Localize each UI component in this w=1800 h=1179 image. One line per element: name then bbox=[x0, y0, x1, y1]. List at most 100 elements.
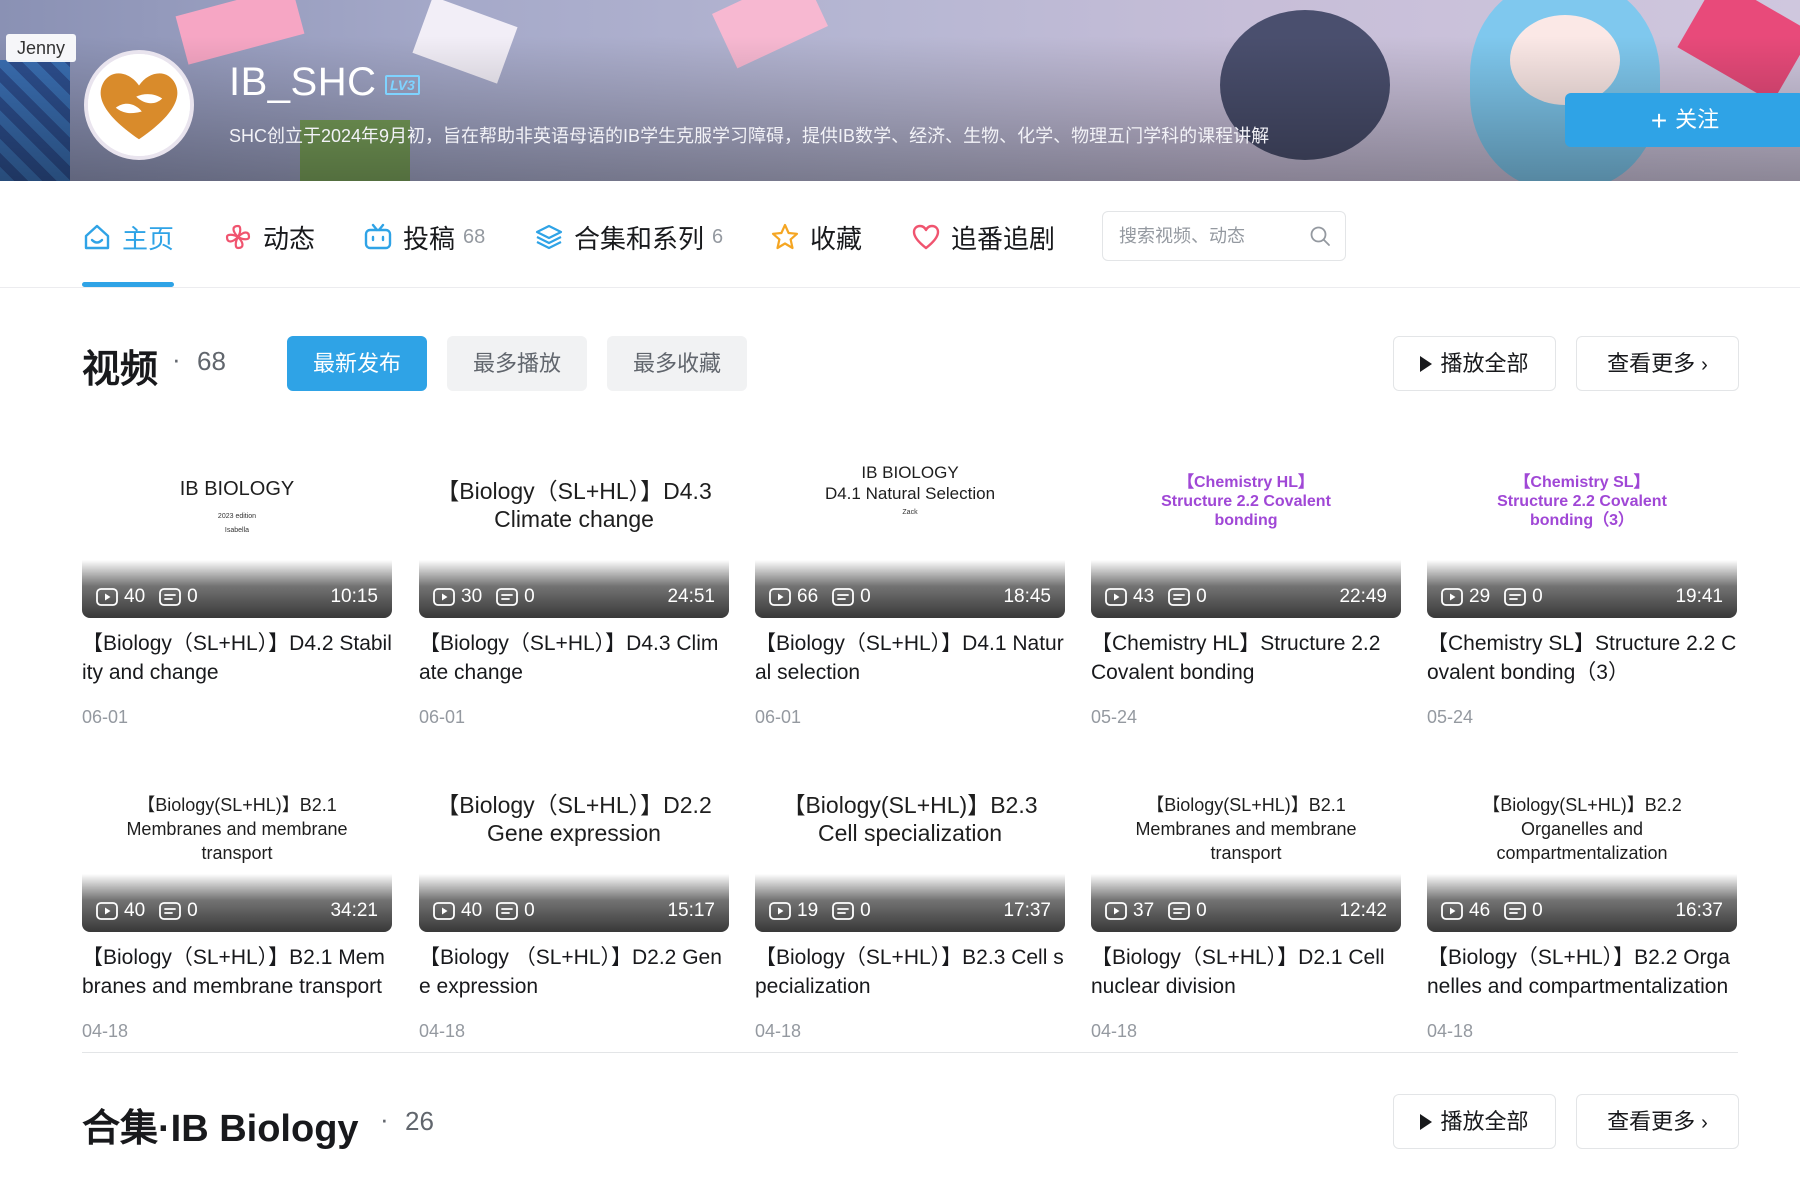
video-title[interactable]: 【Biology（SL+HL）】D4.3 Climate change bbox=[419, 629, 729, 687]
home-icon bbox=[84, 224, 110, 250]
video-thumbnail[interactable]: 【Chemistry HL】 Structure 2.2 Covalent bo… bbox=[1091, 443, 1401, 618]
danmaku-count: 0 bbox=[1196, 586, 1207, 607]
play-count: 43 bbox=[1133, 586, 1155, 607]
video-title[interactable]: 【Biology（SL+HL）】D4.1 Natural selection bbox=[755, 629, 1065, 687]
search-input[interactable] bbox=[1119, 212, 1299, 260]
video-title[interactable]: 【Biology（SL+HL）】D2.1 Cell nuclear divisi… bbox=[1091, 943, 1401, 1001]
video-card[interactable]: 【Biology（SL+HL）】D2.2 Gene expression 40 0 1… bbox=[419, 757, 729, 1041]
thumb-subtitle: 2023 edition bbox=[217, 513, 257, 520]
video-title[interactable]: 【Chemistry SL】Structure 2.2 Covalent bon… bbox=[1427, 629, 1737, 687]
video-card[interactable]: IB BIOLOGY D4.1 Natural Selection Zack 66 0 1… bbox=[755, 443, 1065, 727]
danmaku-count: 0 bbox=[524, 900, 535, 921]
tab-dynamics-label: 动态 bbox=[263, 223, 316, 254]
video-card[interactable]: 【Biology(SL+HL)】B2.1 Membranes and membr… bbox=[1091, 757, 1401, 1041]
tab-bangumi-label: 追番追剧 bbox=[951, 223, 1056, 254]
thumb-title: 【Biology（SL+HL）】D2.2 Gene expression bbox=[436, 792, 712, 846]
follow-label: 关注 bbox=[1675, 107, 1720, 132]
avatar-heart-hands-icon bbox=[88, 54, 190, 156]
video-thumbnail[interactable]: IB BIOLOGY 2023 edition Isabella 40 0 10:15 bbox=[82, 443, 392, 618]
tab-collections[interactable]: 合集和系列 6 bbox=[534, 217, 723, 257]
video-card[interactable]: IB BIOLOGY 2023 edition Isabella 40 0 10:15 【B… bbox=[82, 443, 392, 727]
video-card[interactable]: 【Biology(SL+HL)】B2.1 Membranes and membr… bbox=[82, 757, 392, 1041]
danmaku-stat: 0 bbox=[1504, 586, 1543, 608]
video-title[interactable]: 【Biology（SL+HL）】B2.1 Membranes and membr… bbox=[82, 943, 392, 1001]
play-count: 30 bbox=[461, 586, 483, 607]
videos-section-title: 视频 bbox=[82, 349, 159, 391]
play-count: 66 bbox=[797, 586, 819, 607]
tab-home[interactable]: 主页 bbox=[82, 217, 174, 257]
danmaku-icon bbox=[1504, 902, 1532, 920]
follow-button[interactable]: + 关注 bbox=[1565, 93, 1800, 147]
tab-dynamics[interactable]: 动态 bbox=[223, 217, 315, 257]
video-duration: 17:37 bbox=[1003, 900, 1051, 921]
video-date: 04-18 bbox=[755, 1021, 802, 1041]
tab-uploads[interactable]: 投稿 68 bbox=[363, 217, 485, 257]
video-thumbnail[interactable]: 【Chemistry SL】 Structure 2.2 Covalent bo… bbox=[1427, 443, 1737, 618]
tab-home-label: 主页 bbox=[122, 223, 175, 254]
thumb-title: 【Chemistry HL】 Structure 2.2 Covalent bo… bbox=[1161, 474, 1331, 529]
video-card[interactable]: 【Chemistry HL】 Structure 2.2 Covalent bo… bbox=[1091, 443, 1401, 727]
video-duration: 16:37 bbox=[1675, 900, 1723, 921]
user-signature: SHC创立于2024年9月初，旨在帮助非英语母语的IB学生克服学习障碍，提供IB… bbox=[229, 126, 1270, 146]
search-icon[interactable] bbox=[1309, 225, 1331, 247]
avatar[interactable] bbox=[84, 50, 194, 160]
video-card[interactable]: 【Biology（SL+HL）】D4.3 Climate change 30 0 24… bbox=[419, 443, 729, 727]
level-badge: LV3 bbox=[385, 75, 420, 95]
video-thumbnail[interactable]: 【Biology（SL+HL）】D2.2 Gene expression 40 0 1… bbox=[419, 757, 729, 932]
video-stats: 43 0 22:49 bbox=[1105, 584, 1387, 610]
video-date: 05-24 bbox=[1091, 707, 1138, 727]
video-thumbnail[interactable]: IB BIOLOGY D4.1 Natural Selection Zack 66 0 1… bbox=[755, 443, 1065, 618]
heart-icon bbox=[912, 224, 940, 250]
play-count-icon bbox=[433, 588, 461, 606]
video-title[interactable]: 【Biology（SL+HL）】B2.2 Organelles and comp… bbox=[1427, 943, 1737, 1001]
chevron-right-icon: › bbox=[1701, 354, 1708, 376]
video-stats: 40 0 15:17 bbox=[433, 898, 715, 924]
video-title[interactable]: 【Biology （SL+HL）】D2.2 Gene expression bbox=[419, 943, 729, 1001]
thumb-title: 【Biology(SL+HL)】B2.1 Membranes and membr… bbox=[1135, 795, 1357, 863]
video-thumbnail[interactable]: 【Biology(SL+HL)】B2.1 Membranes and membr… bbox=[1091, 757, 1401, 932]
play-all-button[interactable]: 播放全部 bbox=[1393, 336, 1556, 391]
plays-stat: 40 bbox=[96, 900, 145, 922]
video-thumbnail[interactable]: 【Biology(SL+HL)】B2.2 Organelles and comp… bbox=[1427, 757, 1737, 932]
videos-section-count: 68 bbox=[197, 346, 226, 376]
tab-favorites[interactable]: 收藏 bbox=[770, 217, 862, 257]
danmaku-stat: 0 bbox=[1504, 900, 1543, 922]
sort-latest-button[interactable]: 最新发布 bbox=[287, 336, 427, 391]
collection-section-count: 26 bbox=[405, 1106, 434, 1136]
video-date: 06-01 bbox=[419, 707, 466, 727]
chevron-right-icon: › bbox=[1701, 1112, 1708, 1134]
tab-bangumi[interactable]: 追番追剧 bbox=[911, 217, 1055, 257]
play-icon bbox=[1420, 1114, 1433, 1130]
see-more-button[interactable]: 查看更多 › bbox=[1576, 336, 1739, 391]
danmaku-count: 0 bbox=[860, 586, 871, 607]
danmaku-stat: 0 bbox=[496, 900, 535, 922]
video-card[interactable]: 【Chemistry SL】 Structure 2.2 Covalent bo… bbox=[1427, 443, 1737, 727]
video-duration: 12:42 bbox=[1339, 900, 1387, 921]
video-card[interactable]: 【Biology(SL+HL)】B2.3 Cell specialization… bbox=[755, 757, 1065, 1041]
tab-uploads-label: 投稿 bbox=[403, 223, 456, 254]
danmaku-icon bbox=[159, 588, 187, 606]
video-thumbnail[interactable]: 【Biology(SL+HL)】B2.3 Cell specialization… bbox=[755, 757, 1065, 932]
video-card[interactable]: 【Biology(SL+HL)】B2.2 Organelles and comp… bbox=[1427, 757, 1737, 1041]
thumb-author: Isabella bbox=[224, 527, 250, 534]
danmaku-icon bbox=[1504, 588, 1532, 606]
danmaku-icon bbox=[832, 588, 860, 606]
video-title[interactable]: 【Biology（SL+HL）】D4.2 Stability and chang… bbox=[82, 629, 392, 687]
search-box bbox=[1102, 211, 1346, 261]
thumb-title: IB BIOLOGY bbox=[179, 478, 295, 500]
video-thumbnail[interactable]: 【Biology(SL+HL)】B2.1 Membranes and membr… bbox=[82, 757, 392, 932]
video-thumbnail[interactable]: 【Biology（SL+HL）】D4.3 Climate change 30 0 24… bbox=[419, 443, 729, 618]
video-date: 05-24 bbox=[1427, 707, 1474, 727]
video-stats: 40 0 10:15 bbox=[96, 584, 378, 610]
video-title[interactable]: 【Biology（SL+HL）】B2.3 Cell specialization bbox=[755, 943, 1065, 1001]
video-stats: 46 0 16:37 bbox=[1441, 898, 1723, 924]
video-title[interactable]: 【Chemistry HL】Structure 2.2 Covalent bon… bbox=[1091, 629, 1401, 687]
danmaku-stat: 0 bbox=[832, 586, 871, 608]
thumb-title: 【Biology(SL+HL)】B2.3 Cell specialization bbox=[782, 792, 1038, 846]
play-count: 19 bbox=[797, 900, 819, 921]
danmaku-count: 0 bbox=[1532, 900, 1543, 921]
collection-play-all-button[interactable]: 播放全部 bbox=[1393, 1094, 1556, 1149]
collection-see-more-button[interactable]: 查看更多 › bbox=[1576, 1094, 1739, 1149]
sort-most-played-button[interactable]: 最多播放 bbox=[447, 336, 587, 391]
sort-most-favorited-button[interactable]: 最多收藏 bbox=[607, 336, 747, 391]
